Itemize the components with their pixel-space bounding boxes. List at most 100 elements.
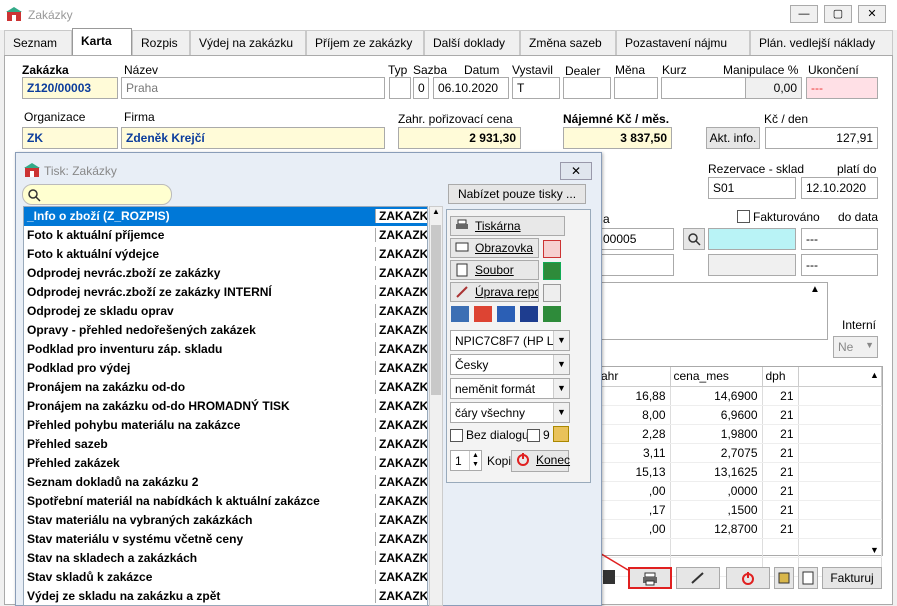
report-row[interactable]: Odprodej nevrác.zboží ze zakázky ZAKAZK [24,264,427,283]
report-name: Pronájem na zakázku od-do [27,380,186,394]
excel-icon[interactable] [543,262,561,280]
report-row[interactable]: Podklad pro výdej ZAKAZK [24,359,427,378]
search-icon [28,189,41,202]
report-name: Stav na skladech a zakázkách [27,551,198,565]
soubor-button[interactable]: Soubor [450,260,539,280]
lines-select[interactable]: čáry všechny ▼ [450,402,570,423]
obrazovka-label: Obrazovka [475,241,534,255]
report-row[interactable]: Přehled pohybu materiálu na zakázce ZAKAZ… [24,416,427,435]
tiskarna-label: Tiskárna [475,219,521,233]
report-name: Pronájem na zakázku od-do HROMADNÝ TISK [27,399,290,413]
report-name: Odprodej ze skladu oprav [27,304,174,318]
report-list-scrollbar[interactable]: ▲ [429,206,443,606]
report-code: ZAKAZK [375,399,427,413]
report-row[interactable]: Stav skladů k zakázce ZAKAZK [24,568,427,587]
calendar-icon[interactable] [451,306,469,322]
language-value: Česky [455,358,489,372]
report-name: Foto k aktuální příjemce [27,228,165,242]
report-code: ZAKAZK [375,437,427,451]
report-code: ZAKAZK [375,513,427,527]
report-row[interactable]: Přehled sazeb ZAKAZK [24,435,427,454]
format-select[interactable]: neměnit formát ▼ [450,378,570,399]
report-code: ZAKAZK [375,532,427,546]
report-row[interactable]: Podklad pro inventuru záp. skladu ZAKAZK [24,340,427,359]
chevron-down-icon: ▼ [553,403,569,422]
report-row[interactable]: Foto k aktuální příjemce ZAKAZK [24,226,427,245]
pen-icon[interactable] [543,284,561,302]
report-name: Spotřební materiál na nabídkách k aktuál… [27,494,320,508]
report-row[interactable]: Stav materiálu na vybraných zakázkách ZAK… [24,511,427,530]
konec-button[interactable]: Konec [511,450,571,472]
report-name: Podklad pro výdej [27,361,131,375]
report-row[interactable]: Foto k aktuální výdejce ZAKAZK [24,245,427,264]
report-row[interactable]: Přehled zakázek ZAKAZK [24,454,427,473]
report-row[interactable]: Odprodej nevrác.zboží ze zakázky INTERNÍ… [24,283,427,302]
report-code: ZAKAZK [375,209,427,223]
report-row[interactable]: Stav materiálu v systému včetně ceny ZAKA… [24,530,427,549]
format-value: neměnit formát [455,382,536,396]
dialog-title: Tisk: Zakázky [44,164,117,178]
report-code: ZAKAZK [375,342,427,356]
copies-field[interactable]: 1 ▲ ▼ [450,450,482,471]
report-name: Přehled sazeb [27,437,108,451]
scroll-up-icon[interactable]: ▲ [430,207,442,216]
report-code: ZAKAZK [375,361,427,375]
settings-icon[interactable] [553,426,569,442]
report-row[interactable]: Pronájem na zakázku od-do HROMADNÝ TISK Z… [24,397,427,416]
report-code: ZAKAZK [375,494,427,508]
report-name: Výdej ze skladu na zakázku a zpět [27,589,221,603]
report-row[interactable]: _Info o zboží (Z_ROZPIS) ZAKAZK [24,207,427,226]
report-row[interactable]: Stav na skladech a zakázkách ZAKAZK [24,549,427,568]
printer-select[interactable]: NPIC7C8F7 (HP Lase ▼ [450,330,570,351]
monitor-icon [455,242,469,252]
nine-label: 9 [543,428,550,442]
soubor-label: Soubor [475,263,514,277]
report-code: ZAKAZK [375,570,427,584]
report-row[interactable]: Opravy - přehled nedořešených zakázek ZAK… [24,321,427,340]
report-name: Odprodej nevrác.zboží ze zakázky INTERNÍ [27,285,272,299]
email-icon[interactable] [543,240,561,258]
report-row[interactable]: Seznam dokladů na zakázku 2 ZAKAZK [24,473,427,492]
konec-label: Konec [536,453,571,467]
report-name: Foto k aktuální výdejce [27,247,160,261]
report-row[interactable]: Pronájem na zakázku od-do ZAKAZK [24,378,427,397]
bez-dialogu-checkbox[interactable] [450,429,463,442]
excel-export-icon[interactable] [543,306,561,322]
report-name: Seznam dokladů na zakázku 2 [27,475,199,489]
search-box[interactable] [22,184,172,205]
power-icon [517,453,529,466]
obrazovka-button[interactable]: Obrazovka [450,238,539,258]
uprava-button[interactable]: Úprava repor [450,282,539,302]
offer-only-button[interactable]: Nabízet pouze tisky ... [448,184,586,204]
bez-dialogu-label: Bez dialogu [466,428,529,442]
scroll-thumb[interactable] [431,225,441,395]
stepper-icon[interactable]: ▲ ▼ [469,451,481,470]
report-code: ZAKAZK [375,418,427,432]
report-row[interactable]: Spotřební materiál na nabídkách k aktuál… [24,492,427,511]
report-code: ZAKAZK [375,285,427,299]
dialog-close-button[interactable]: ✕ [560,162,592,180]
dialog-icon [24,163,40,177]
report-name: Stav skladů k zakázce [27,570,153,584]
word-icon[interactable] [497,306,515,322]
report-name: Přehled pohybu materiálu na zakázce [27,418,241,432]
report-code: ZAKAZK [375,475,427,489]
report-code: ZAKAZK [375,304,427,318]
report-name: Odprodej nevrác.zboží ze zakázky [27,266,221,280]
report-code: ZAKAZK [375,266,427,280]
printer-icon [456,219,468,229]
nine-checkbox[interactable] [527,429,540,442]
report-list[interactable]: _Info o zboží (Z_ROZPIS) ZAKAZK Foto k akt… [23,206,428,606]
report-code: ZAKAZK [375,551,427,565]
report-code: ZAKAZK [375,228,427,242]
html-icon[interactable] [520,306,538,322]
report-row[interactable]: Výdej ze skladu na zakázku a zpět ZAKAZK [24,587,427,605]
report-row[interactable]: Odprodej ze skladu oprav ZAKAZK [24,302,427,321]
tiskarna-button[interactable]: Tiskárna [450,216,565,236]
report-code: ZAKAZK [375,247,427,261]
report-name: Přehled zakázek [27,456,120,470]
pdf-icon[interactable] [474,306,492,322]
language-select[interactable]: Česky ▼ [450,354,570,375]
uprava-label: Úprava repor [475,285,539,299]
lines-value: čáry všechny [455,406,526,420]
